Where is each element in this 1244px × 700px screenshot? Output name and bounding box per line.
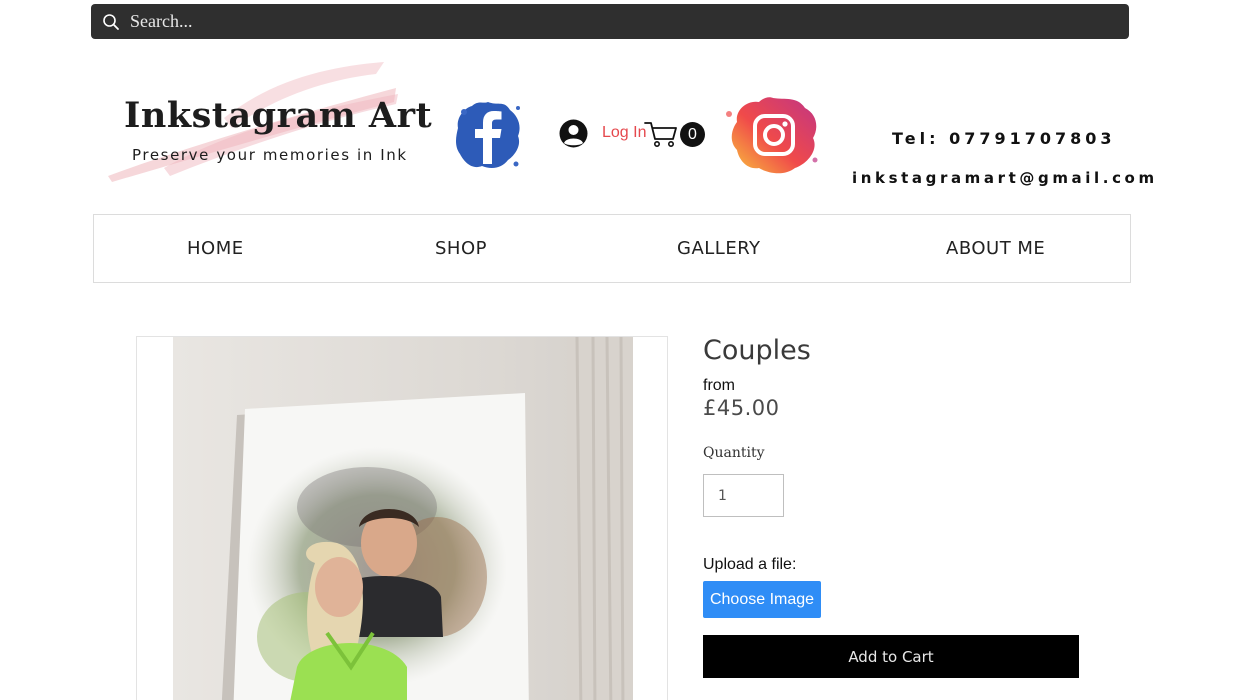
main-nav: HOME SHOP GALLERY ABOUT ME — [93, 214, 1131, 283]
cart-icon — [644, 122, 677, 147]
product-image[interactable] — [136, 336, 668, 700]
product-title: Couples — [703, 335, 811, 366]
search-icon — [103, 14, 119, 30]
nav-item-gallery[interactable]: GALLERY — [677, 238, 761, 259]
search-input[interactable] — [130, 4, 1110, 39]
avatar-icon — [559, 119, 588, 147]
search-bar[interactable] — [91, 4, 1129, 39]
logo-subtitle: Preserve your memories in Ink — [132, 146, 408, 164]
product-photo — [137, 337, 667, 700]
login-label: Log In — [602, 124, 647, 141]
quantity-label: Quantity — [703, 445, 765, 461]
login-button[interactable]: Log In — [559, 117, 646, 149]
site-logo[interactable]: Inkstagram Art Preserve your memories in… — [104, 58, 432, 188]
product-price: £45.00 — [703, 396, 780, 420]
upload-file-label: Upload a file: — [703, 556, 797, 573]
facebook-icon[interactable] — [452, 98, 524, 172]
nav-item-shop[interactable]: SHOP — [435, 238, 487, 259]
instagram-icon[interactable] — [723, 94, 821, 176]
add-to-cart-button[interactable]: Add to Cart — [703, 635, 1079, 678]
nav-item-home[interactable]: HOME — [187, 238, 244, 259]
cart-count-badge: 0 — [680, 122, 705, 147]
phone-number: Tel: 07791707803 — [892, 129, 1116, 148]
logo-title: Inkstagram Art — [124, 95, 433, 136]
price-from-label: from — [703, 377, 735, 394]
quantity-input[interactable] — [703, 474, 784, 517]
cart-button[interactable]: 0 — [644, 118, 706, 150]
nav-item-about-me[interactable]: ABOUT ME — [946, 238, 1045, 259]
choose-image-button[interactable]: Choose Image — [703, 581, 821, 618]
email-address: inkstagramart@gmail.com — [852, 169, 1158, 187]
